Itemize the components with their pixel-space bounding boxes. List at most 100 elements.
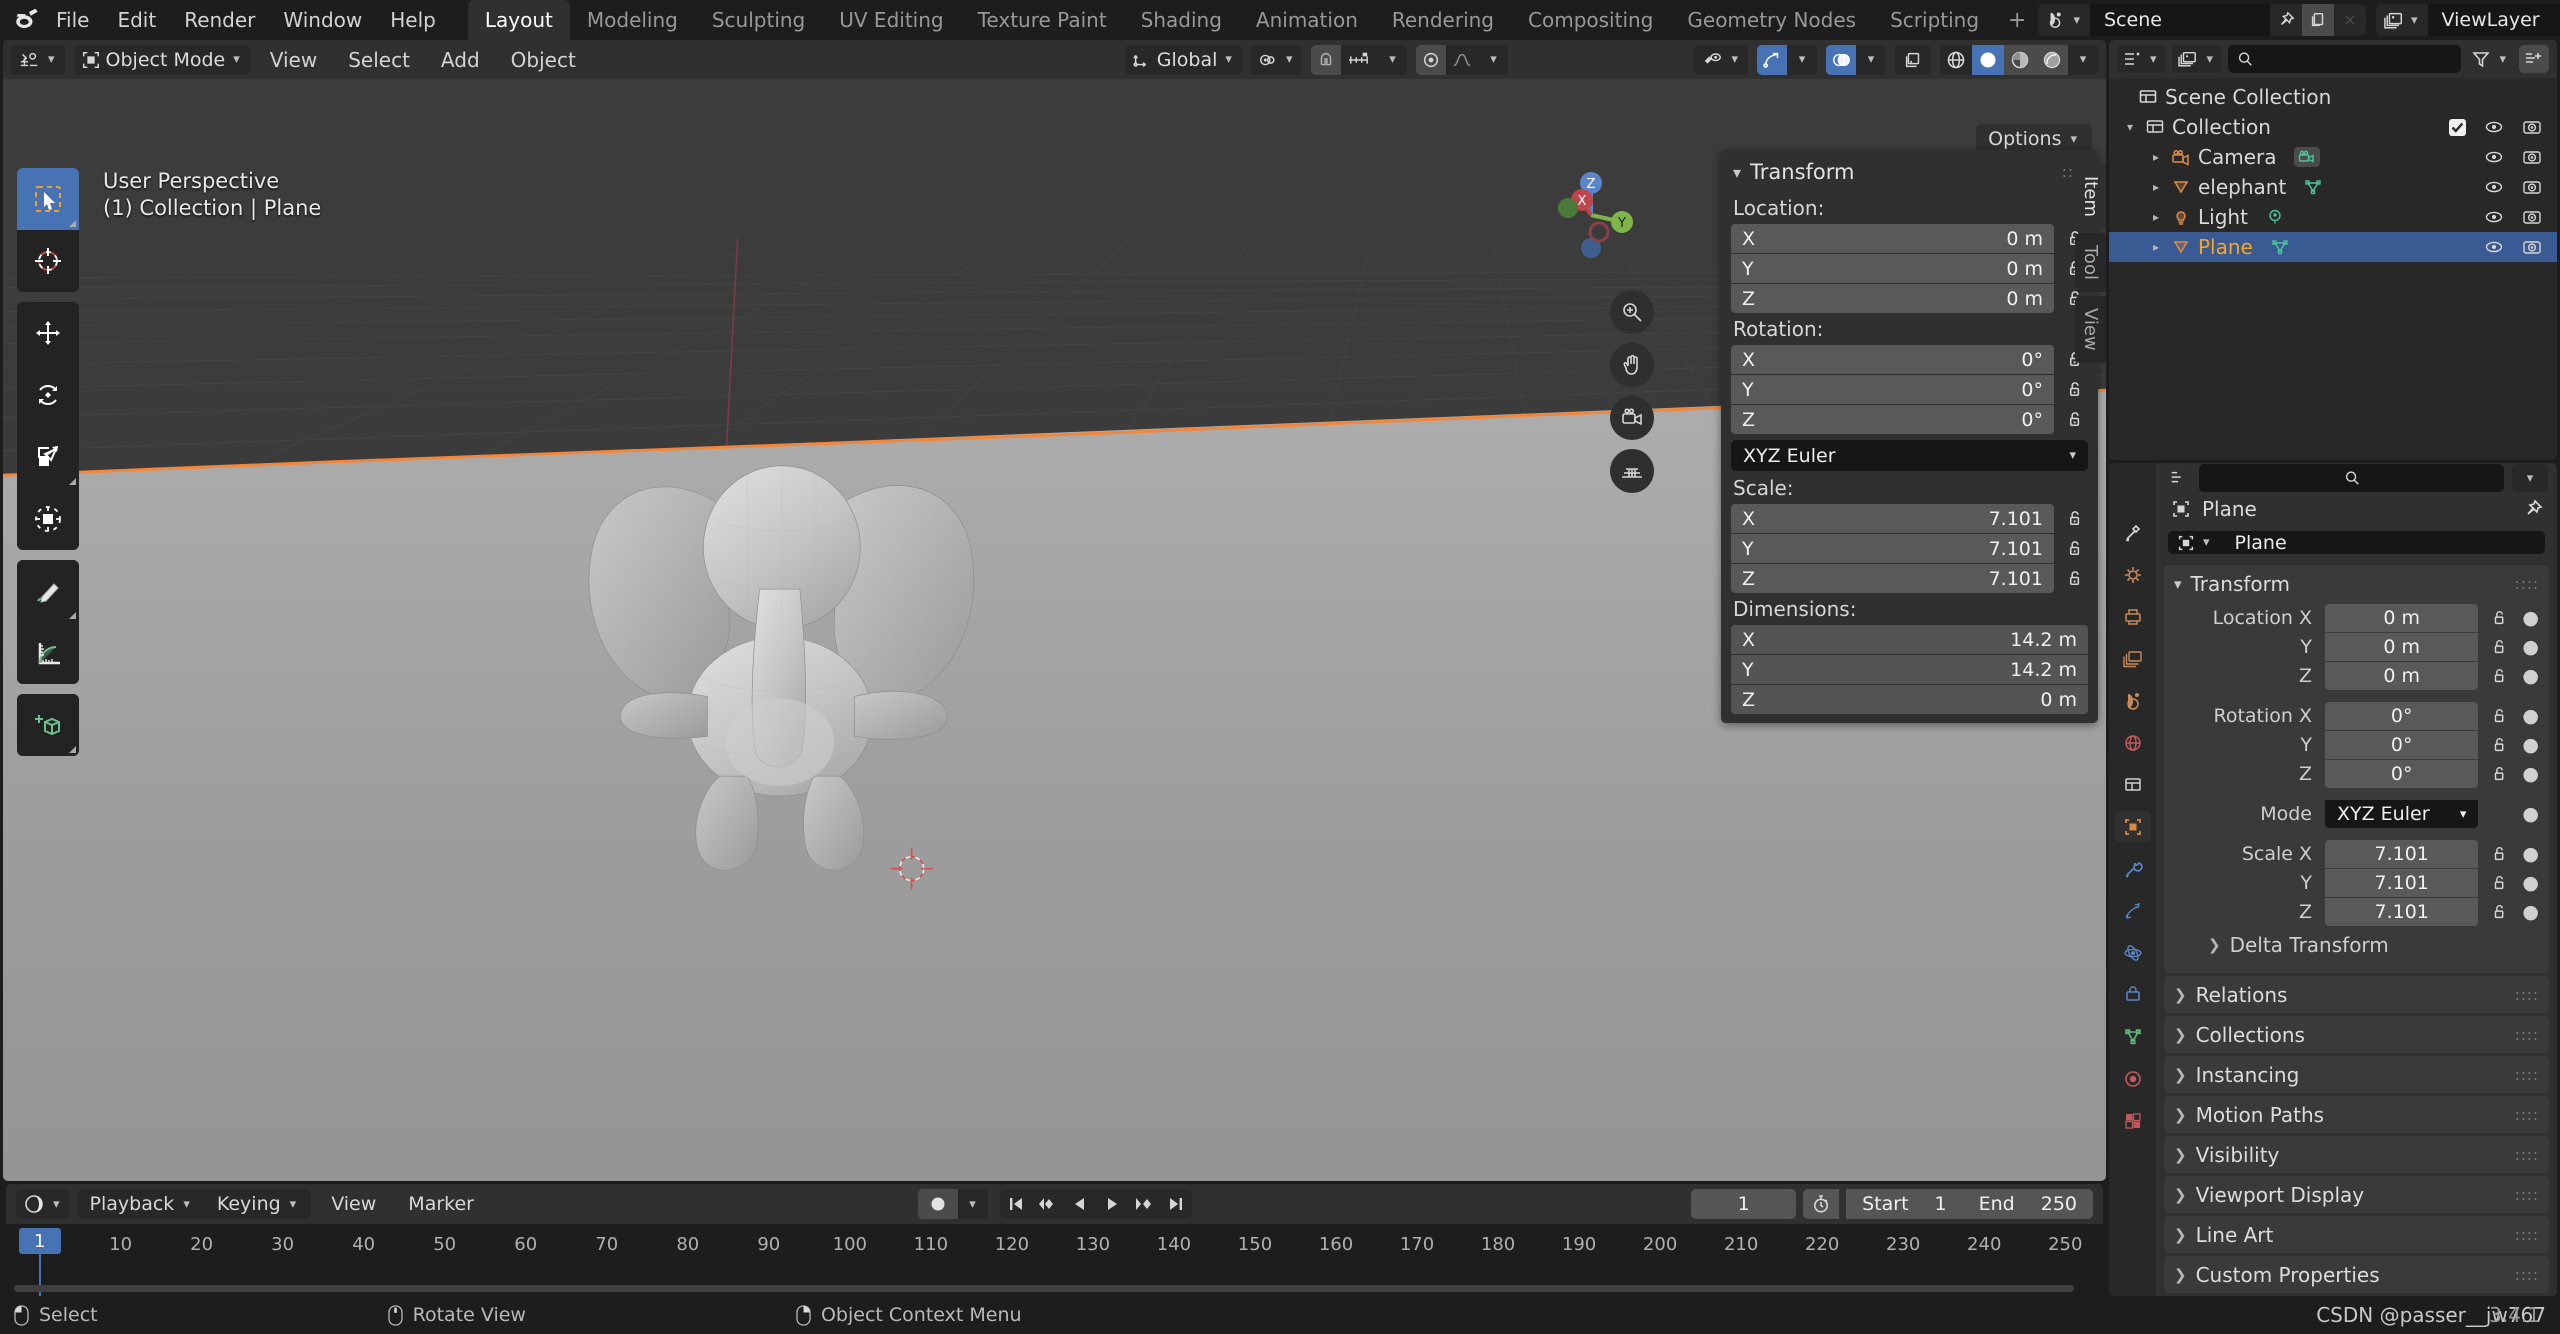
proportional-editing-controls[interactable]: ▾: [1416, 44, 1509, 75]
animate-property-icon[interactable]: ●: [2522, 734, 2539, 756]
collection-enable-checkbox[interactable]: [2448, 118, 2467, 137]
xray-toggle-icon[interactable]: [1895, 44, 1931, 75]
outliner-row-scene-collection[interactable]: Scene Collection: [2109, 82, 2557, 112]
viewport-menu-object[interactable]: Object: [500, 45, 587, 75]
navigation-gizmo[interactable]: Z Y X: [1536, 160, 1646, 270]
properties-panel-visibility[interactable]: ❯ Visibility::::: [2164, 1136, 2549, 1173]
viewlayer-selector[interactable]: ▾ ViewLayer: [2376, 4, 2560, 36]
camera-render-icon[interactable]: [2521, 178, 2543, 196]
tab-compositing[interactable]: Compositing: [1511, 0, 1670, 41]
animate-property-icon[interactable]: ●: [2522, 872, 2539, 894]
tab-sculpting[interactable]: Sculpting: [695, 0, 822, 41]
display-mode-view-layer-icon[interactable]: ▾: [2171, 45, 2222, 73]
scene-name[interactable]: Scene: [2090, 4, 2270, 36]
current-frame-field[interactable]: 1: [1691, 1189, 1797, 1219]
properties-tab-constraints[interactable]: [2114, 979, 2151, 1010]
overlays-icon[interactable]: [1826, 44, 1856, 75]
properties-tab-object[interactable]: [2114, 811, 2151, 842]
lock-open-icon[interactable]: [2062, 569, 2088, 588]
overlays-controls[interactable]: ▾: [1826, 44, 1886, 75]
shading-modes[interactable]: ▾: [1940, 44, 2098, 75]
pin-icon[interactable]: [2523, 499, 2543, 519]
scale-y-field[interactable]: 7.101: [2325, 869, 2479, 897]
falloff-curve-icon[interactable]: [1446, 45, 1478, 75]
timeline-ruler[interactable]: 10 20 30 40 50 60 70 80 90 100 110 120 130 140 150 160 1…: [6, 1224, 2103, 1296]
properties-tab-world[interactable]: [2114, 727, 2151, 758]
jump-to-start-icon[interactable]: [1000, 1189, 1032, 1219]
properties-panel-collections[interactable]: ❯ Collections::::: [2164, 1016, 2549, 1053]
camera-icon[interactable]: [1610, 396, 1654, 440]
properties-panel-viewport-display[interactable]: ❯ Viewport Display::::: [2164, 1176, 2549, 1213]
drag-dots-icon[interactable]: ::::: [2515, 1147, 2539, 1162]
magnifier-icon[interactable]: [1610, 290, 1654, 334]
tab-animation[interactable]: Animation: [1239, 0, 1375, 41]
rotation-x-field[interactable]: 0°: [2325, 702, 2479, 730]
lock-open-icon[interactable]: [2487, 736, 2513, 754]
disclosure-triangle-icon[interactable]: ▸: [2148, 240, 2164, 254]
new-collection-icon[interactable]: [2519, 45, 2549, 73]
tab-scripting[interactable]: Scripting: [1873, 0, 1996, 41]
close-icon[interactable]: [2334, 4, 2366, 36]
lock-open-icon[interactable]: [2487, 609, 2513, 627]
properties-tab-particles[interactable]: [2114, 895, 2151, 926]
properties-search-input[interactable]: [2199, 464, 2504, 493]
lock-open-icon[interactable]: [2062, 380, 2088, 399]
gizmo-controls[interactable]: ▾: [1757, 44, 1817, 75]
properties-editor-icon[interactable]: [2165, 465, 2191, 491]
jump-to-end-icon[interactable]: [1160, 1189, 1192, 1219]
menu-edit[interactable]: Edit: [103, 5, 170, 35]
mode-selector[interactable]: Object Mode ▾: [73, 44, 250, 75]
dimension-x-field[interactable]: X 14.2 m: [1731, 625, 2088, 654]
menu-help[interactable]: Help: [376, 5, 450, 35]
shading-dropdown-chevron-icon[interactable]: ▾: [2068, 45, 2098, 75]
scale-tool[interactable]: [17, 426, 79, 488]
light-data-icon[interactable]: [2265, 208, 2285, 226]
sidebar-tab-view[interactable]: View: [2075, 295, 2106, 363]
lock-open-icon[interactable]: [2487, 667, 2513, 685]
location-z-field[interactable]: 0 m: [2325, 662, 2479, 690]
timeline-editor-icon[interactable]: ▾: [16, 1189, 70, 1219]
gizmo-icon[interactable]: [1757, 44, 1787, 75]
tab-layout[interactable]: Layout: [467, 0, 570, 41]
play-reverse-icon[interactable]: [1064, 1189, 1096, 1219]
lock-open-icon[interactable]: [2487, 903, 2513, 921]
object-visibility-selector[interactable]: ▾: [1694, 44, 1748, 75]
eye-icon[interactable]: [2483, 208, 2505, 226]
delta-transform-subpanel[interactable]: ❯ Delta Transform: [2208, 930, 2531, 960]
camera-render-icon[interactable]: [2521, 118, 2543, 136]
tab-modeling[interactable]: Modeling: [570, 0, 695, 41]
sidebar-tab-tool[interactable]: Tool: [2075, 232, 2106, 292]
timeline-menu-keying[interactable]: Keying ▾: [205, 1189, 311, 1219]
jump-to-prev-keyframe-icon[interactable]: [1032, 1189, 1064, 1219]
drag-dots-icon[interactable]: ::::: [2515, 1267, 2539, 1282]
location-y-field[interactable]: Y 0 m: [1731, 254, 2054, 283]
add-workspace-button[interactable]: +: [1996, 4, 2038, 37]
drag-dots-icon[interactable]: ::::: [2515, 987, 2539, 1002]
hand-icon[interactable]: [1610, 343, 1654, 387]
move-tool[interactable]: [17, 302, 79, 364]
properties-tab-data[interactable]: [2114, 1021, 2151, 1052]
properties-tab-material[interactable]: [2114, 1063, 2151, 1094]
dimension-z-field[interactable]: Z 0 m: [1731, 685, 2088, 714]
menu-render[interactable]: Render: [170, 5, 269, 35]
camera-data-icon[interactable]: [2293, 147, 2320, 167]
falloff-dropdown-chevron-icon[interactable]: ▾: [1478, 45, 1508, 75]
snap-dropdown-chevron-icon[interactable]: ▾: [1377, 45, 1407, 75]
measure-tool[interactable]: [17, 622, 79, 684]
lock-open-icon[interactable]: [2487, 874, 2513, 892]
properties-tab-collection[interactable]: [2114, 769, 2151, 800]
mesh-data-icon[interactable]: [2303, 178, 2323, 196]
frame-range-fields[interactable]: Start 1 End 250: [1846, 1189, 2093, 1219]
properties-tab-output[interactable]: [2114, 601, 2151, 632]
menu-file[interactable]: File: [42, 5, 103, 35]
lock-open-icon[interactable]: [2062, 539, 2088, 558]
animate-property-icon[interactable]: ●: [2522, 705, 2539, 727]
3d-viewport[interactable]: ▾ Object Mode ▾ View Select Add Object G…: [3, 40, 2106, 1181]
jump-to-next-keyframe-icon[interactable]: [1128, 1189, 1160, 1219]
outliner-search-input[interactable]: [2228, 45, 2462, 73]
dimension-y-field[interactable]: Y 14.2 m: [1731, 655, 2088, 684]
outliner-row-light[interactable]: ▸ Light: [2109, 202, 2557, 232]
snapping-controls[interactable]: ▾: [1311, 44, 1408, 75]
properties-panel-relations[interactable]: ❯ Relations::::: [2164, 976, 2549, 1013]
drag-dots-icon[interactable]: ::::: [2515, 1107, 2539, 1122]
